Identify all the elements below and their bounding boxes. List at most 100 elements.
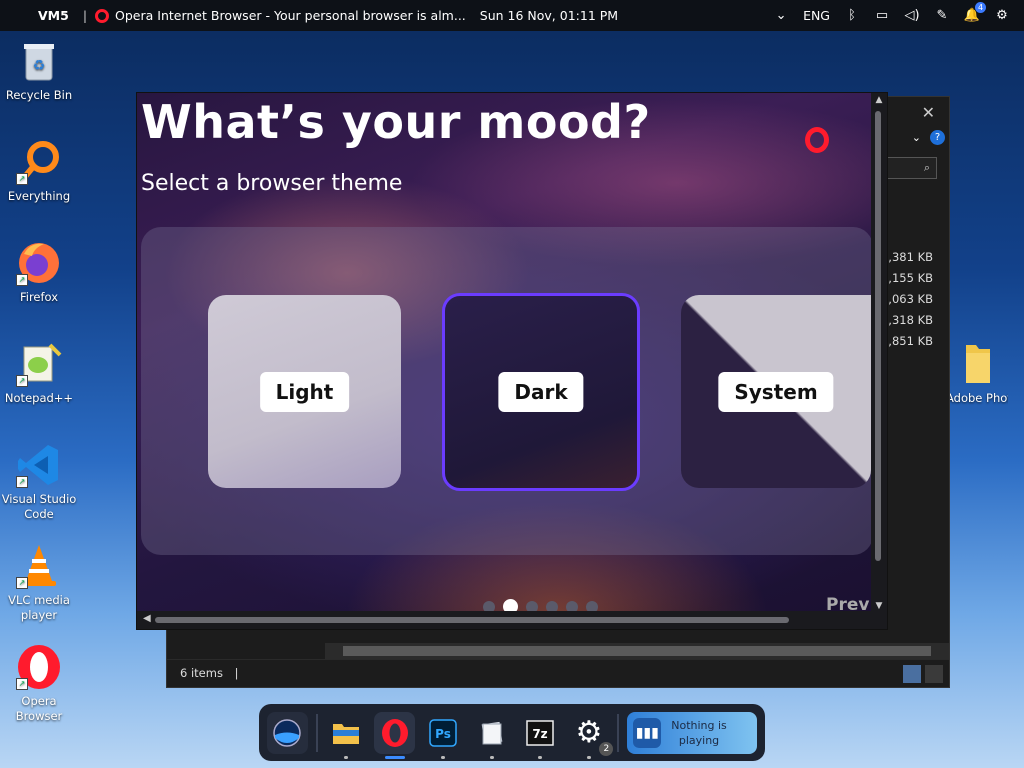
scroll-down-icon[interactable]: ▼	[873, 601, 885, 611]
running-indicator	[538, 755, 543, 759]
taskbar-settings[interactable]: ⚙ 2	[569, 712, 614, 759]
taskbar-divider	[315, 713, 318, 752]
running-indicator	[343, 755, 348, 759]
photoshop-icon: Ps	[429, 718, 457, 747]
scroll-up-icon[interactable]: ▲	[873, 95, 885, 105]
desktop-icon-vlc[interactable]: ↗ VLC media player	[1, 543, 77, 623]
shortcut-arrow-icon: ↗	[16, 173, 28, 185]
horizontal-scrollbar[interactable]: ◀	[137, 611, 887, 629]
bell-icon[interactable]: 🔔 4	[964, 1, 986, 24]
theme-card-dark[interactable]: Dark	[442, 293, 640, 491]
desktop-icon-label: Visual Studio Code	[1, 492, 77, 521]
taskbar: Ps 7z ⚙ 2 ▮▮▮ Nothing is playing	[259, 704, 765, 761]
running-indicator	[587, 755, 591, 759]
desktop-icon-vscode[interactable]: ↗ Visual Studio Code	[1, 442, 77, 522]
desktop-icon-adobe-photoshop[interactable]: Adobe Photoshop...	[946, 341, 1008, 406]
status-bar: 6 items |	[167, 659, 949, 687]
shortcut-arrow-icon: ↗	[16, 476, 28, 488]
running-indicator	[489, 755, 494, 759]
scrollbar-thumb[interactable]	[875, 111, 881, 561]
close-icon[interactable]: ✕	[922, 103, 935, 122]
running-indicator	[441, 755, 446, 759]
scrollbar-thumb[interactable]	[343, 646, 931, 656]
item-count: 6 items	[180, 666, 223, 680]
search-box[interactable]: ⌕	[887, 157, 937, 179]
mood-headline: What’s your mood?	[141, 95, 651, 149]
firefox-icon: ↗	[16, 240, 62, 286]
language-indicator[interactable]: ENG	[803, 8, 830, 23]
file-explorer-icon	[332, 723, 359, 744]
desktop-icon-firefox[interactable]: ↗ Firefox	[1, 240, 77, 305]
details-view-button[interactable]	[903, 665, 921, 683]
media-status-line1: Nothing is	[671, 718, 727, 732]
desktop-icon-label: Notepad++	[4, 391, 74, 405]
search-icon: ⌕	[923, 161, 930, 174]
svg-text:7z: 7z	[533, 727, 548, 741]
theme-card-light[interactable]: Light	[208, 295, 401, 488]
title-separator: |	[82, 8, 88, 23]
desktop-icon-label: VLC media player	[8, 593, 70, 622]
media-status: Nothing is playing	[671, 718, 727, 748]
volume-icon[interactable]: ◁)	[904, 8, 920, 24]
desktop-icon-label: Recycle Bin	[5, 88, 73, 102]
chevron-circle-icon[interactable]: ⌄	[773, 8, 789, 24]
settings-gear-icon: ⚙	[575, 714, 603, 750]
scrollbar-thumb[interactable]	[155, 617, 789, 623]
active-window-title: Opera Internet Browser - Your personal b…	[115, 8, 466, 23]
view-buttons	[903, 665, 943, 683]
desktop-icon-everything[interactable]: ↗ Everything	[1, 139, 77, 204]
theme-subtitle: Select a browser theme	[141, 171, 403, 196]
taskbar-files[interactable]	[471, 712, 512, 759]
svg-text:Ps: Ps	[435, 727, 451, 741]
theme-card-system[interactable]: System	[681, 295, 871, 488]
horizontal-scrollbar[interactable]	[325, 643, 949, 659]
svg-text:♻: ♻	[33, 58, 46, 74]
tiles-view-button[interactable]	[925, 665, 943, 683]
desktop-icon-recycle-bin[interactable]: ♻ Recycle Bin	[1, 38, 77, 103]
audio-wave-icon: ▮▮▮	[633, 717, 662, 748]
shortcut-arrow-icon: ↗	[16, 577, 28, 589]
desktop-icon-label: Opera Browser	[15, 694, 63, 723]
desktop-icon-label: Everything	[7, 189, 71, 203]
pen-icon[interactable]: ✎	[934, 8, 950, 24]
opera-setup-window: What’s your mood? Select a browser theme…	[136, 92, 888, 630]
clock[interactable]: Sun 16 Nov, 01:11 PM	[480, 8, 618, 23]
taskbar-photoshop[interactable]: Ps	[423, 712, 464, 759]
help-icon[interactable]: ?	[930, 130, 945, 145]
active-indicator	[384, 755, 405, 759]
chevron-down-icon[interactable]: ⌄	[912, 131, 921, 144]
desktop-icon-opera[interactable]: ↗ Opera Browser	[1, 644, 77, 724]
dark-theme-button[interactable]: Dark	[498, 372, 584, 412]
notification-count-badge: 4	[975, 1, 986, 13]
taskbar-opera[interactable]	[374, 711, 415, 759]
settings-sliders-icon[interactable]: ⚙	[994, 8, 1010, 24]
notepadpp-icon: ↗	[16, 341, 62, 387]
scroll-left-icon[interactable]: ◀	[143, 613, 151, 624]
display-icon[interactable]: ▭	[874, 8, 890, 24]
system-theme-button[interactable]: System	[718, 371, 834, 412]
light-theme-button[interactable]: Light	[259, 371, 350, 412]
opera-logo-icon	[805, 127, 829, 153]
opera-icon	[381, 718, 408, 747]
opera-logo-icon	[95, 8, 110, 23]
taskbar-divider	[617, 713, 620, 752]
taskbar-7zip[interactable]: 7z	[520, 712, 561, 759]
shortcut-arrow-icon: ↗	[16, 678, 28, 690]
vscode-icon: ↗	[16, 442, 62, 488]
folder-icon	[954, 341, 1000, 387]
bluetooth-icon[interactable]: ᛒ	[844, 8, 860, 24]
vm-label: VM5	[38, 8, 69, 23]
media-status-line2: playing	[678, 733, 720, 747]
overview-button[interactable]	[267, 711, 308, 754]
vertical-scrollbar[interactable]: ▲ ▼	[871, 93, 887, 613]
taskbar-file-explorer[interactable]	[326, 712, 367, 759]
vlc-icon: ↗	[16, 543, 62, 589]
settings-badge: 2	[599, 741, 614, 756]
media-widget[interactable]: ▮▮▮ Nothing is playing	[627, 711, 758, 754]
7zip-icon: 7z	[526, 719, 555, 746]
desktop-icon-label: Firefox	[19, 290, 59, 304]
top-bar: VM5 | Opera Internet Browser - Your pers…	[0, 0, 1024, 31]
files-stack-icon	[481, 721, 503, 744]
desktop-icon-notepadpp[interactable]: ↗ Notepad++	[1, 341, 77, 406]
status-separator: |	[234, 666, 239, 680]
